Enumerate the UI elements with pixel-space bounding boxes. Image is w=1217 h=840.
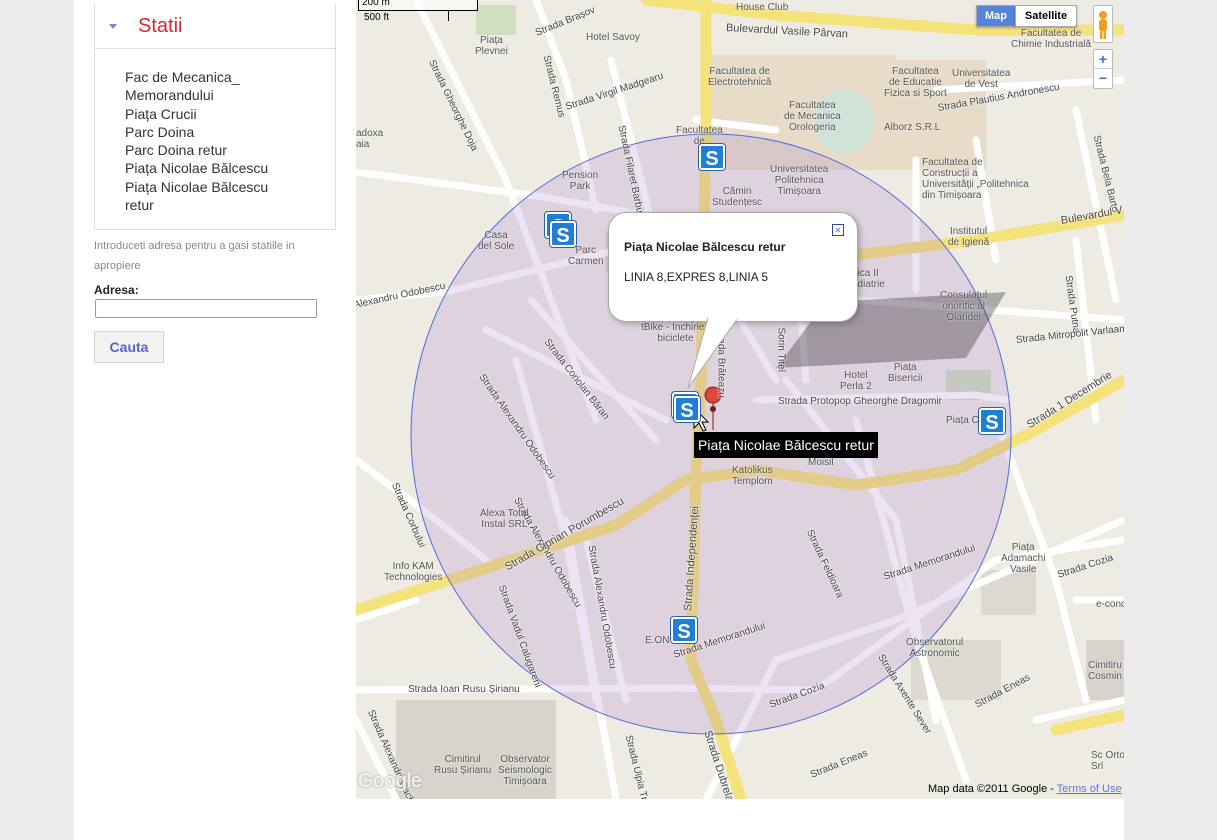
google-logo[interactable]: Google <box>358 770 422 793</box>
stations-title: Statii <box>138 15 183 37</box>
stations-header[interactable]: Statii <box>95 4 335 49</box>
map-attribution: Map data ©2011 Google - Terms of Use <box>928 783 1122 795</box>
poi-label: Pension Park <box>562 170 599 192</box>
zoom-control: + − <box>1093 49 1113 89</box>
poi-label: Facultatea de Construcții a Universității … <box>922 157 1029 201</box>
poi-label: Moisil <box>808 457 834 468</box>
poi-label: Facultatea de Educatie Fizica si Sport <box>884 66 947 99</box>
poi-label: Facultatea de Chimie Industrială <box>1011 28 1092 50</box>
info-window-pointer <box>687 318 739 389</box>
scale-metric: 200 m <box>362 0 390 8</box>
poi-label: Info KAM Technologies <box>384 561 443 583</box>
map-scale: 200 m 500 ft <box>358 0 478 27</box>
list-item[interactable]: Piața Nicolae Bălcescu <box>125 159 275 177</box>
station-marker-icon[interactable]: S <box>979 408 1005 434</box>
map-type-map-button[interactable]: Map <box>976 5 1016 27</box>
terms-link[interactable]: Terms of Use <box>1057 783 1122 795</box>
map-canvas[interactable]: 200 m 500 ft Bulevardul Vasile Pârvan St… <box>356 0 1124 799</box>
list-item[interactable]: Parc Doina retur <box>125 141 275 159</box>
poi-label: e-conc <box>1096 599 1124 610</box>
attribution-text: Map data ©2011 Google - <box>928 783 1054 795</box>
info-window-lines: LINIA 8,EXPRES 8,LINIA 5 <box>624 270 769 284</box>
close-icon[interactable]: × <box>832 224 844 236</box>
poi-label: Parc Carmen <box>568 245 604 267</box>
stations-panel: Statii Fac de Mecanica_ Memorandului Pia… <box>94 4 336 230</box>
poi-label: Piața Bisericii <box>888 362 923 384</box>
poi-label: Piața Adamachi Vasile <box>1001 542 1046 575</box>
station-marker-icon[interactable]: S <box>550 221 576 247</box>
poi-label: Hotel Savoy <box>586 32 640 43</box>
station-marker-icon[interactable]: S <box>674 396 700 422</box>
poi-label: Sc OrtopedicSrl <box>1091 750 1124 772</box>
poi-label: Facultatea de Electrotehnică <box>708 66 772 88</box>
list-item[interactable]: Piața Crucii <box>125 105 275 123</box>
poi-label: Universitatea de Vest <box>952 68 1011 90</box>
poi-label: Alborz S.R.L <box>884 122 941 133</box>
poi-label: Alexa Total Instal SRL <box>480 508 529 530</box>
pegman-icon[interactable] <box>1093 5 1113 43</box>
poi-label: Consulatul onorific al Olandei <box>940 290 988 323</box>
marker-tooltip: Piața Nicolae Bălcescu retur <box>694 432 878 458</box>
station-marker-icon[interactable]: S <box>671 617 697 643</box>
map-type-satellite-button[interactable]: Satellite <box>1015 5 1077 27</box>
list-item[interactable]: Memorandului <box>125 86 275 104</box>
address-input[interactable] <box>95 299 317 318</box>
poi-label: Cămin Studențesc <box>712 186 763 208</box>
poi-label: Institutul de Igienă <box>948 226 990 248</box>
street-label: Strada Ioan Rusu Șirianu <box>408 684 520 695</box>
poi-label: Universitatea Politehnica Timișoara <box>770 164 829 197</box>
street-label: Strada Protopop Gheorghe Dragomir <box>778 396 942 407</box>
scale-imperial: 500 ft <box>364 12 390 23</box>
poi-label: Piața Plevnei <box>475 35 508 57</box>
poi-label: Hotel Perla 2 <box>840 370 872 392</box>
address-hint: Introduceti adresa pentru a gasi statiil… <box>94 240 295 272</box>
map-base-layer <box>356 0 1124 799</box>
poi-label: Facultatea de Mecanica Orologeria <box>784 100 841 133</box>
pin-dot <box>710 406 716 412</box>
zoom-in-button[interactable]: + <box>1094 50 1112 68</box>
poi-label: Cimitirul Rusu Șirianu <box>434 754 492 776</box>
list-item[interactable]: Parc Doina <box>125 123 275 141</box>
list-item[interactable]: Piața Nicolae Bălcescu <box>125 178 275 196</box>
park-area <box>476 5 516 35</box>
poi-label: adoxa aia <box>356 128 384 150</box>
poi-label: E.ON <box>645 635 670 646</box>
poi-label: Observator Seismologic Timișoara <box>498 754 552 787</box>
poi-label: Casa del Sole <box>478 230 515 252</box>
station-marker-icon[interactable]: S <box>699 144 725 170</box>
poi-label: Observatorul Astronomic <box>906 637 964 659</box>
poi-label: Cimitiru Cosmin <box>1088 660 1122 682</box>
street-label: Sorin Titel <box>775 327 787 372</box>
poi-label: House Club <box>736 2 789 13</box>
info-window-title: Piața Nicolae Bălcescu retur <box>624 240 786 254</box>
address-label: Adresa: <box>94 283 139 297</box>
poi-label: Piața C <box>946 415 979 426</box>
search-button[interactable]: Cauta <box>94 331 164 363</box>
poi-label: Katolikus Templom <box>732 465 773 487</box>
zoom-out-button[interactable]: − <box>1094 68 1112 87</box>
info-window: Piața Nicolae Bălcescu retur LINIA 8,EXP… <box>608 212 858 322</box>
list-item[interactable]: retur <box>125 196 275 214</box>
list-item[interactable]: Fac de Mecanica_ <box>125 68 275 86</box>
boulevard-line <box>1050 709 1124 736</box>
station-list: Fac de Mecanica_ Memorandului Piața Cruc… <box>125 68 275 214</box>
collapse-triangle-icon[interactable] <box>109 24 117 29</box>
